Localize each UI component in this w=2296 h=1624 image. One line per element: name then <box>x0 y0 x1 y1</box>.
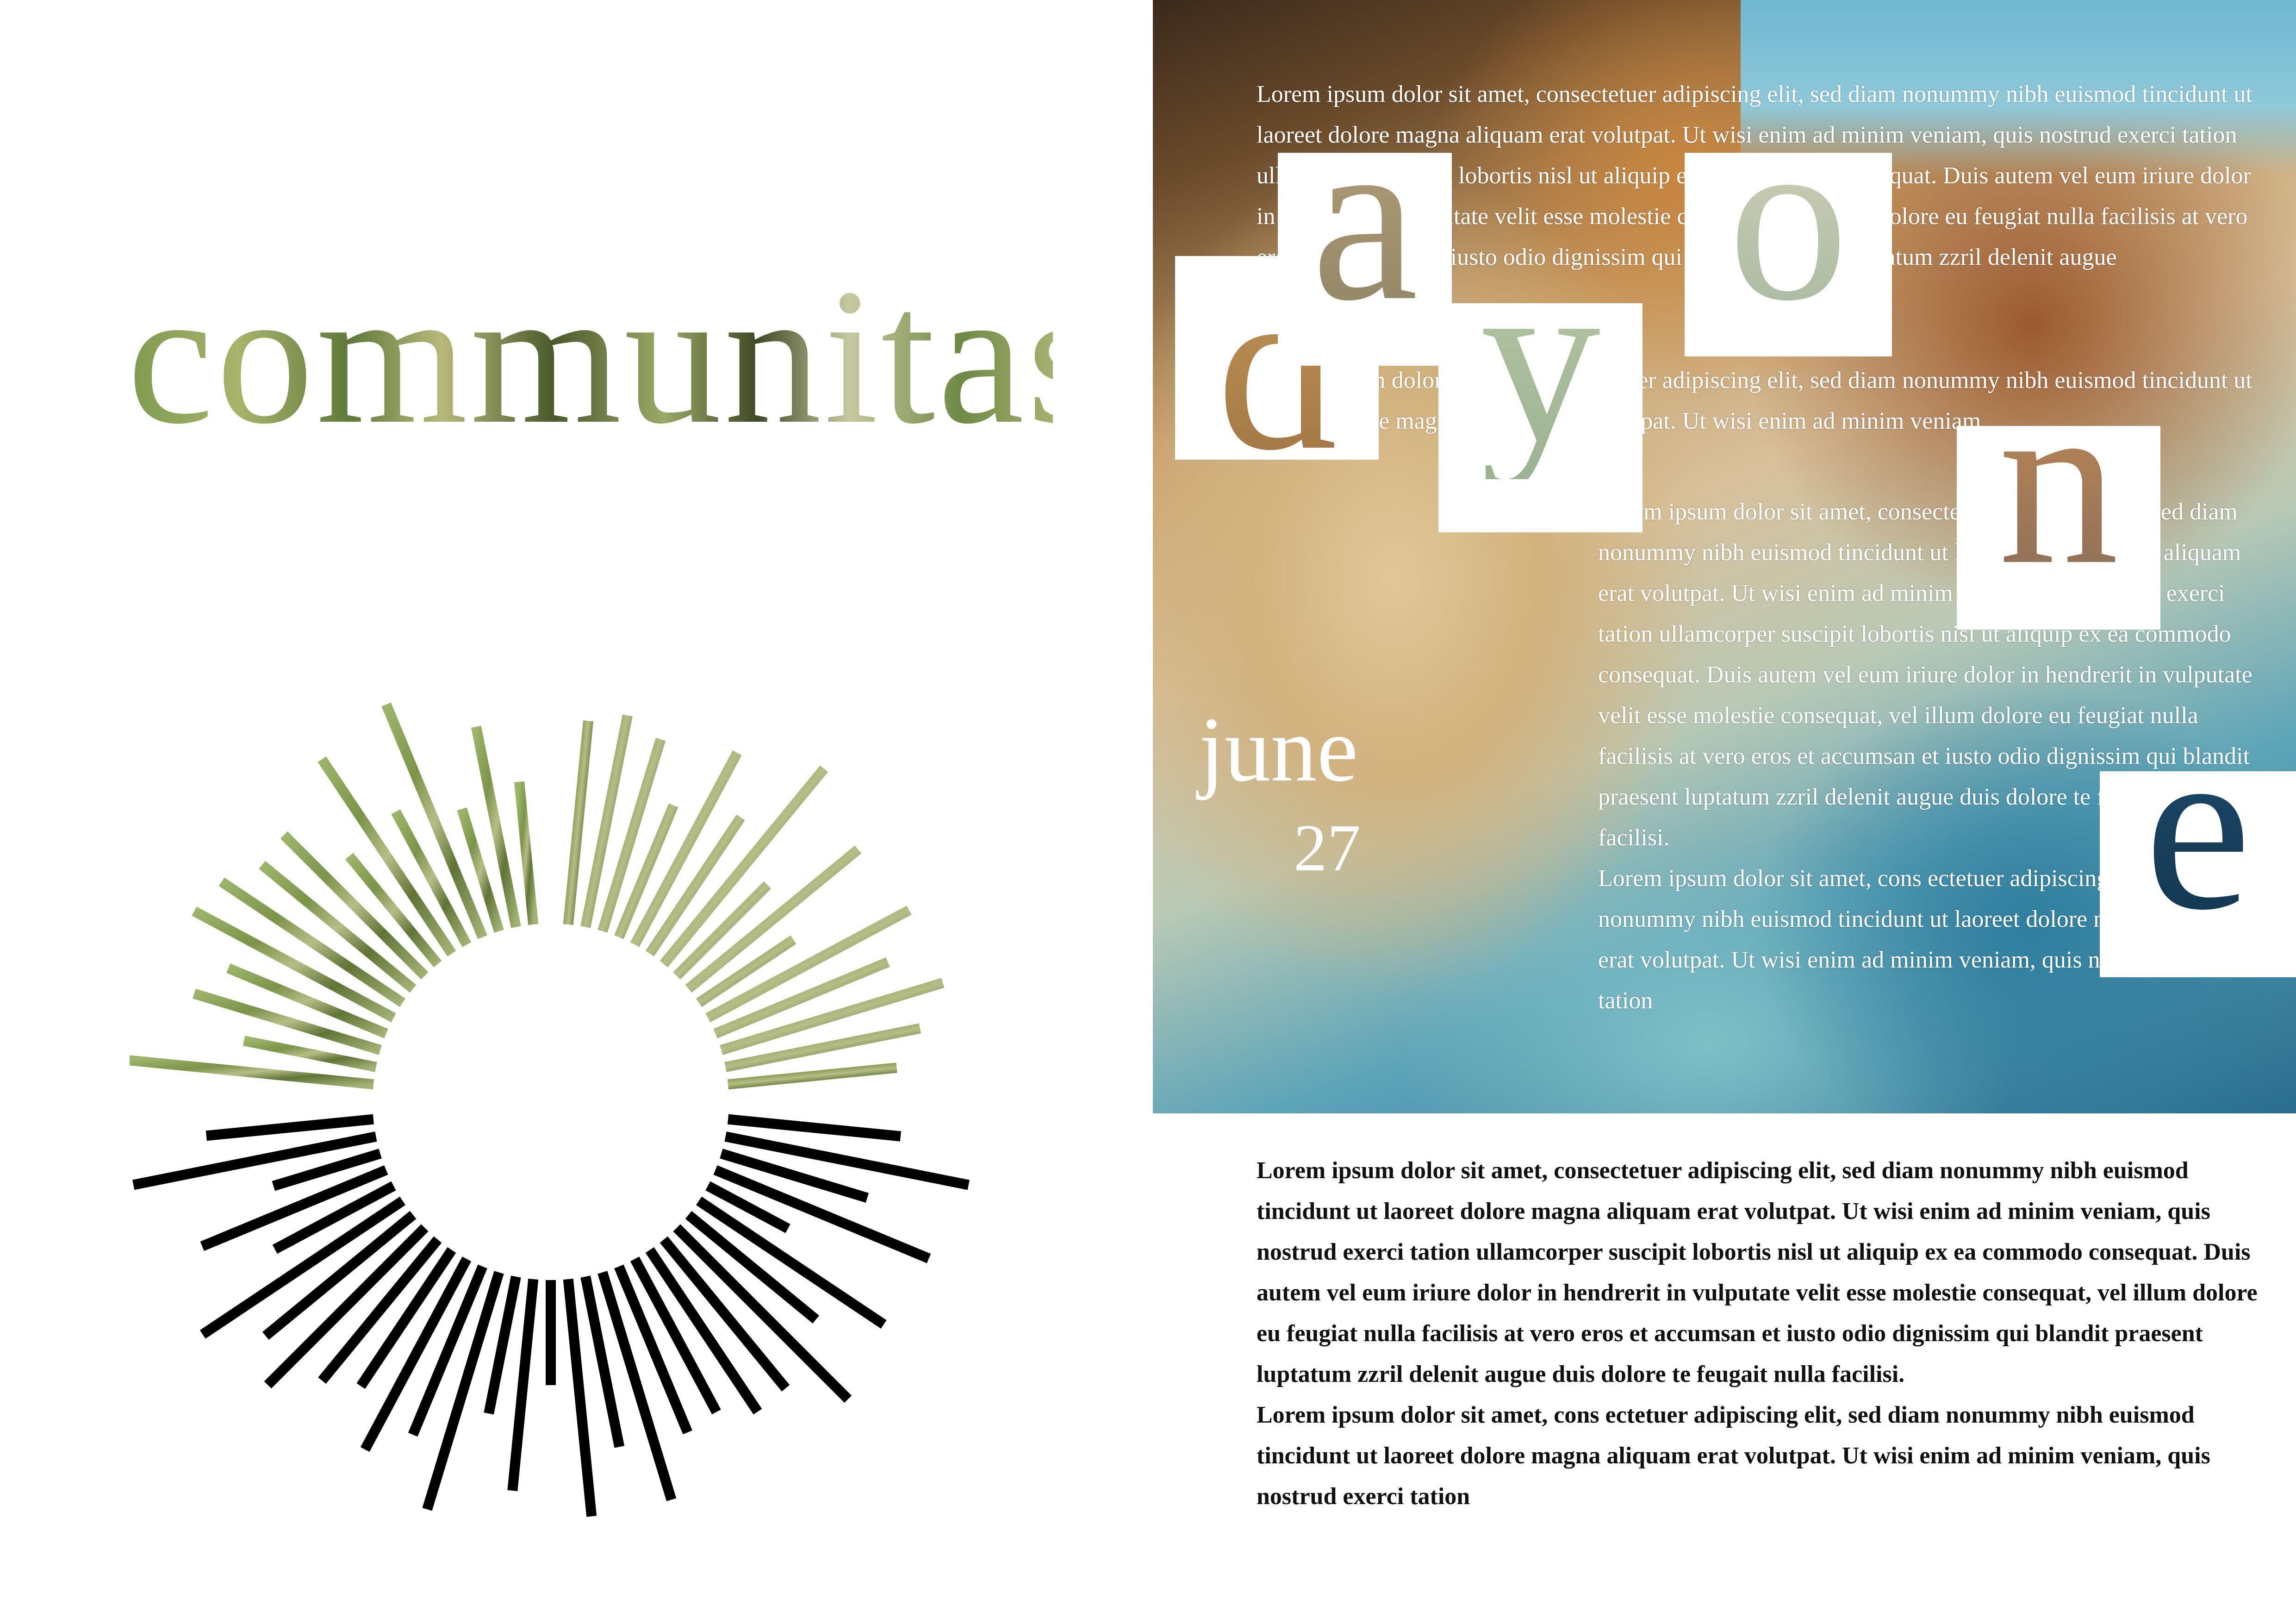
letter-y: y <box>1438 303 1643 479</box>
sunburst-ray <box>728 1062 897 1090</box>
sunburst-ray <box>724 1023 921 1072</box>
body-text: Lorem ipsum dolor sit amet, consectetuer… <box>1257 1150 2275 1517</box>
sunburst-ray <box>205 1114 374 1141</box>
body-paragraph: Lorem ipsum dolor sit amet, consectetuer… <box>1257 1157 2258 1387</box>
sunburst-ray <box>660 765 828 968</box>
date-day: 27 <box>1294 811 1361 885</box>
letter-box-e: e <box>2100 771 2296 977</box>
letter-e: e <box>2100 771 2296 947</box>
letter-n: n <box>1957 426 2160 602</box>
sunburst-ray <box>514 781 539 925</box>
letter-box-o: o <box>1685 153 1892 356</box>
letter-a: a <box>1278 153 1452 338</box>
communitas-title: communitas <box>127 249 1106 464</box>
body-paragraph: Lorem ipsum dolor sit amet, cons ectetue… <box>1257 1402 2210 1510</box>
sunburst-ray <box>563 720 594 925</box>
sunburst-ray <box>673 1224 852 1403</box>
letter-box-a: a <box>1278 153 1452 366</box>
sunburst-ray <box>471 725 521 928</box>
sunburst-ray <box>264 1224 429 1389</box>
sunburst-logo <box>130 694 970 1517</box>
sunburst-ray <box>507 1279 539 1491</box>
sunburst-ray <box>580 714 633 928</box>
sunburst-ray <box>685 845 862 993</box>
magazine-spread: communitas Lorem ipsum dolor sit amet, c… <box>0 0 2296 1624</box>
sunburst-ray <box>728 1114 901 1142</box>
letter-box-y: y <box>1438 303 1643 532</box>
date-month: june <box>1199 699 1358 801</box>
letter-box-n: n <box>1957 426 2160 630</box>
letter-o: o <box>1685 153 1892 338</box>
